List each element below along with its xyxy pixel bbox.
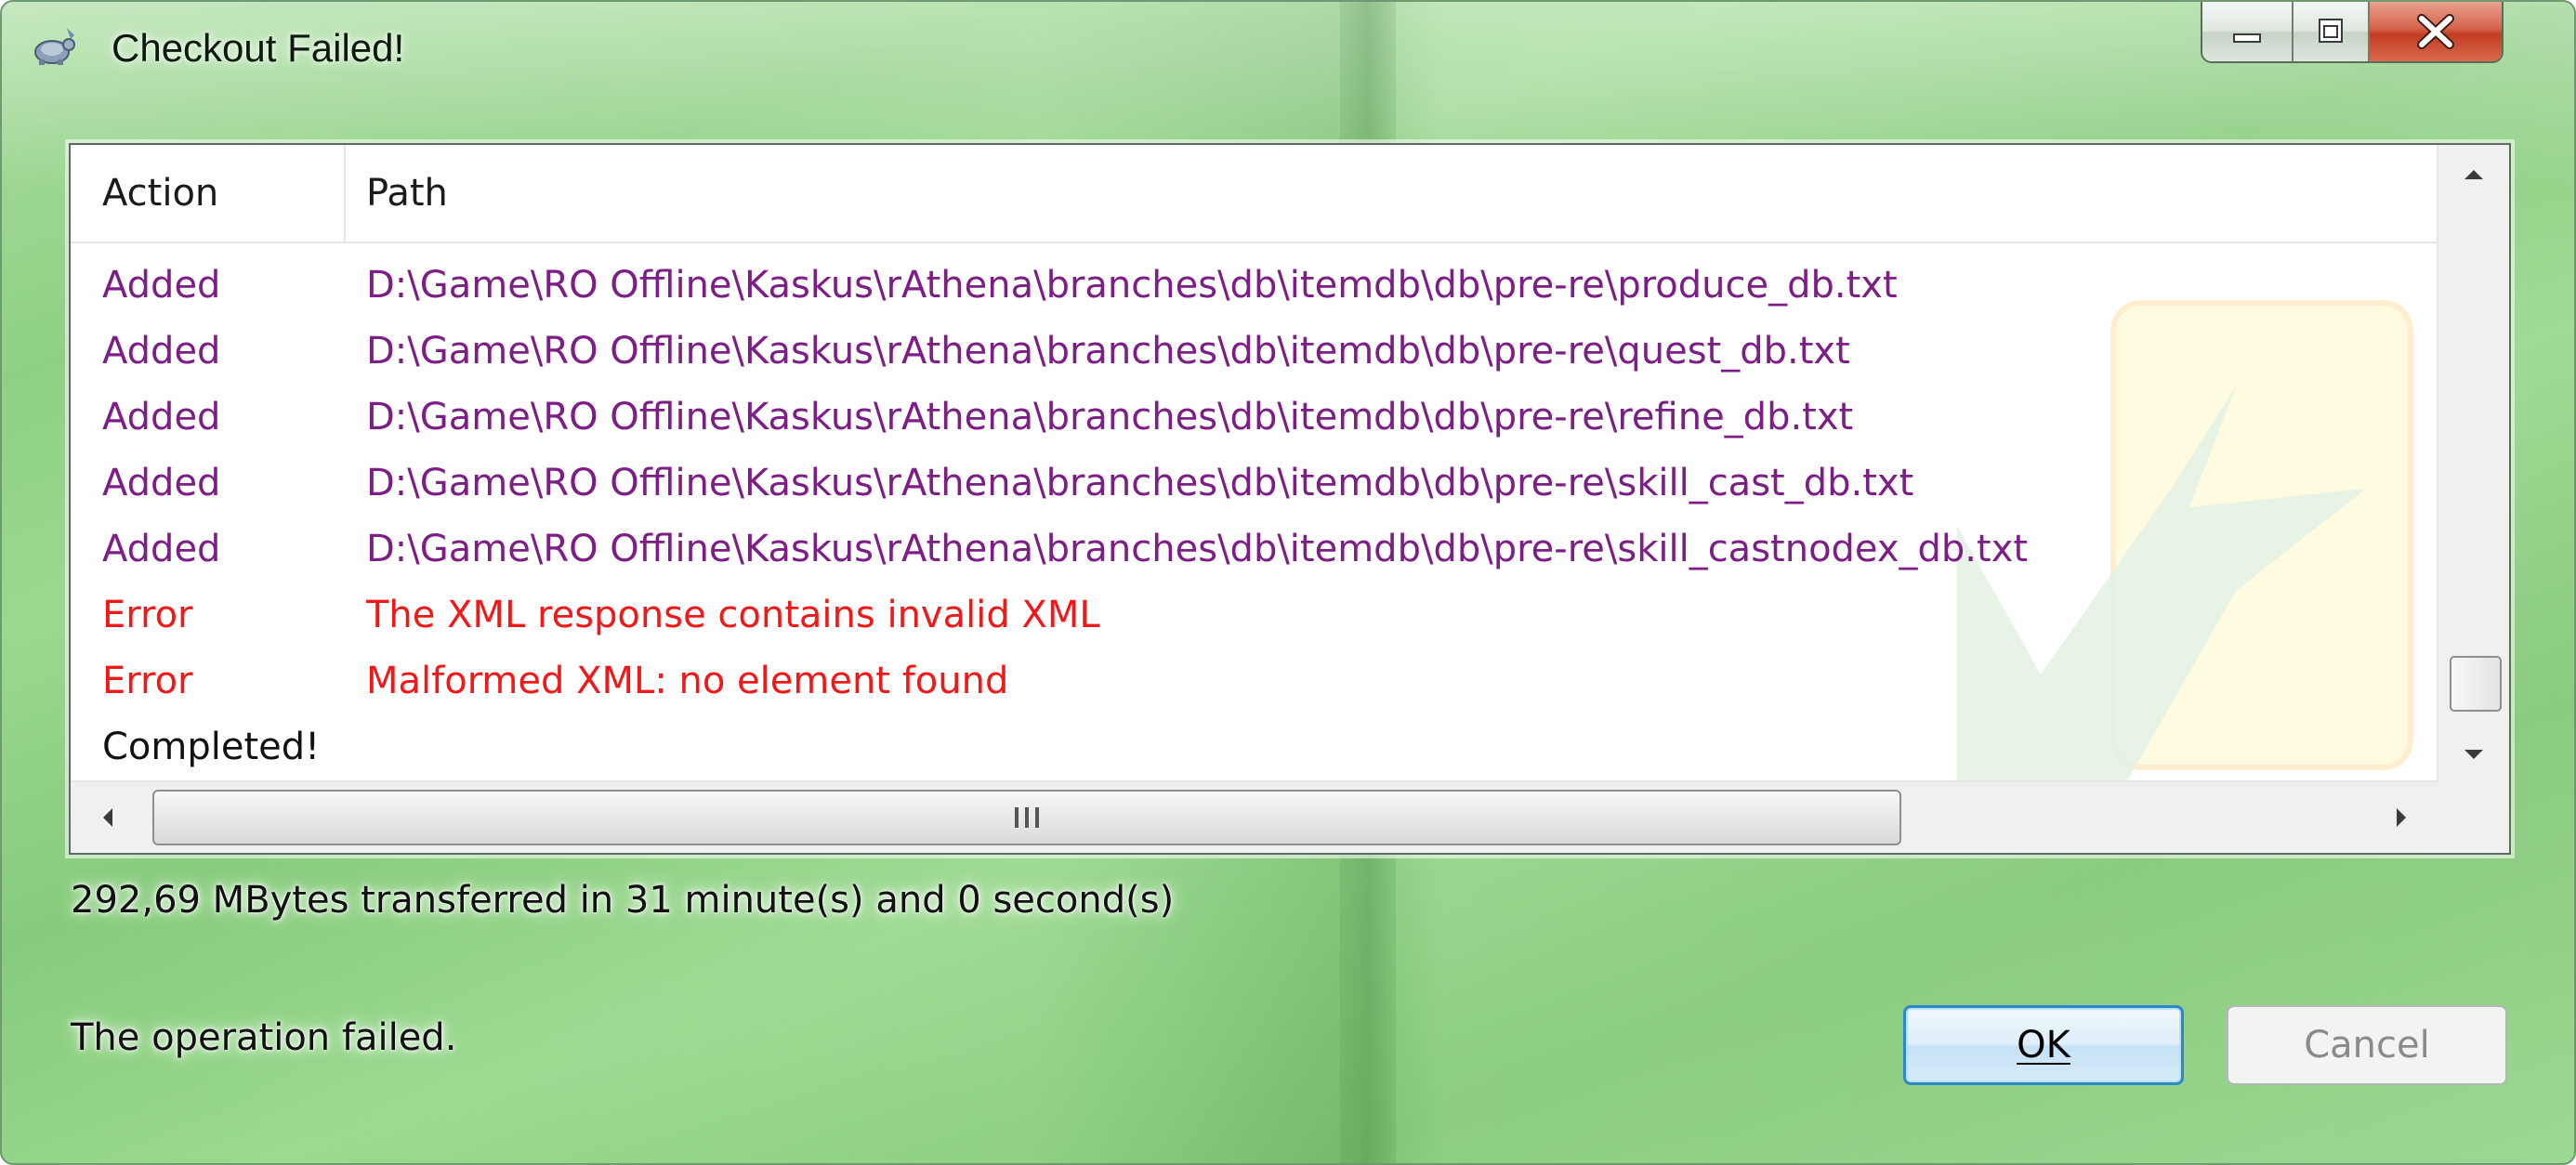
row-action: Error [102,660,193,702]
arrow-left-icon [103,808,112,827]
column-header-path[interactable]: Path [346,145,2438,242]
list-row[interactable]: Added D:\Game\RO Offline\Kaskus\rAthena\… [71,385,2438,451]
row-action: Added [102,264,221,307]
vertical-scroll-thumb[interactable] [2450,656,2502,712]
column-header-action[interactable]: Action [71,145,346,242]
list-header: Action Path [71,145,2438,243]
list-row[interactable]: Added D:\Game\RO Offline\Kaskus\rAthena\… [71,517,2438,582]
row-path: D:\Game\RO Offline\Kaskus\rAthena\branch… [366,396,1854,439]
scroll-right-button[interactable] [2364,782,2438,853]
checkout-failed-dialog: Checkout Failed! Action Path Added D:\Ga… [0,0,2576,1165]
row-path: D:\Game\RO Offline\Kaskus\rAthena\branch… [366,528,2029,570]
title-bar[interactable]: Checkout Failed! [2,2,2574,104]
list-row[interactable]: Added D:\Game\RO Offline\Kaskus\rAthena\… [71,253,2438,319]
scroll-left-button[interactable] [71,782,145,853]
row-path: D:\Game\RO Offline\Kaskus\rAthena\branch… [366,330,1850,373]
scroll-corner [2438,782,2509,853]
arrow-right-icon [2397,808,2406,827]
arrow-up-icon [2464,170,2483,179]
cancel-button[interactable]: Cancel [2227,1005,2507,1085]
tortoisesvn-icon [34,28,75,65]
list-row[interactable]: Completed! [71,714,2438,780]
ok-button-label: OK [2017,1024,2070,1067]
row-action: Completed! [102,726,321,768]
row-action: Added [102,330,221,373]
list-row[interactable]: Error Malformed XML: no element found [71,648,2438,714]
window-title: Checkout Failed! [112,26,405,70]
horizontal-scroll-thumb[interactable] [152,790,1901,845]
row-message: The XML response contains invalid XML [366,594,1100,636]
scroll-up-button[interactable] [2438,145,2509,204]
ok-button[interactable]: OK [1903,1005,2184,1085]
grip-icon [1015,807,1039,828]
list-rows: Added D:\Game\RO Offline\Kaskus\rAthena\… [71,253,2438,780]
operation-status: The operation failed. [71,1016,457,1059]
minimize-icon [2233,33,2261,43]
close-icon [2417,14,2454,49]
row-action: Added [102,462,221,504]
maximize-icon [2319,19,2343,43]
results-list[interactable]: Action Path Added D:\Game\RO Offline\Kas… [69,143,2511,855]
cancel-button-label: Cancel [2304,1024,2430,1067]
row-path: D:\Game\RO Offline\Kaskus\rAthena\branch… [366,264,1898,307]
row-path: D:\Game\RO Offline\Kaskus\rAthena\branch… [366,462,1914,504]
maximize-button[interactable] [2293,2,2370,61]
row-action: Error [102,594,193,636]
row-action: Added [102,396,221,439]
horizontal-scrollbar[interactable] [71,780,2438,853]
arrow-down-icon [2464,750,2483,759]
list-row[interactable]: Added D:\Game\RO Offline\Kaskus\rAthena\… [71,451,2438,517]
transfer-status: 292,69 MBytes transferred in 31 minute(s… [71,879,1175,922]
close-button[interactable] [2370,2,2502,61]
scroll-down-button[interactable] [2438,725,2509,784]
list-row[interactable]: Added D:\Game\RO Offline\Kaskus\rAthena\… [71,319,2438,385]
minimize-button[interactable] [2202,2,2293,61]
row-message: Malformed XML: no element found [366,660,1009,702]
row-action: Added [102,528,221,570]
vertical-scrollbar[interactable] [2437,145,2509,784]
list-row[interactable]: Error The XML response contains invalid … [71,582,2438,648]
caption-buttons [2201,2,2504,63]
